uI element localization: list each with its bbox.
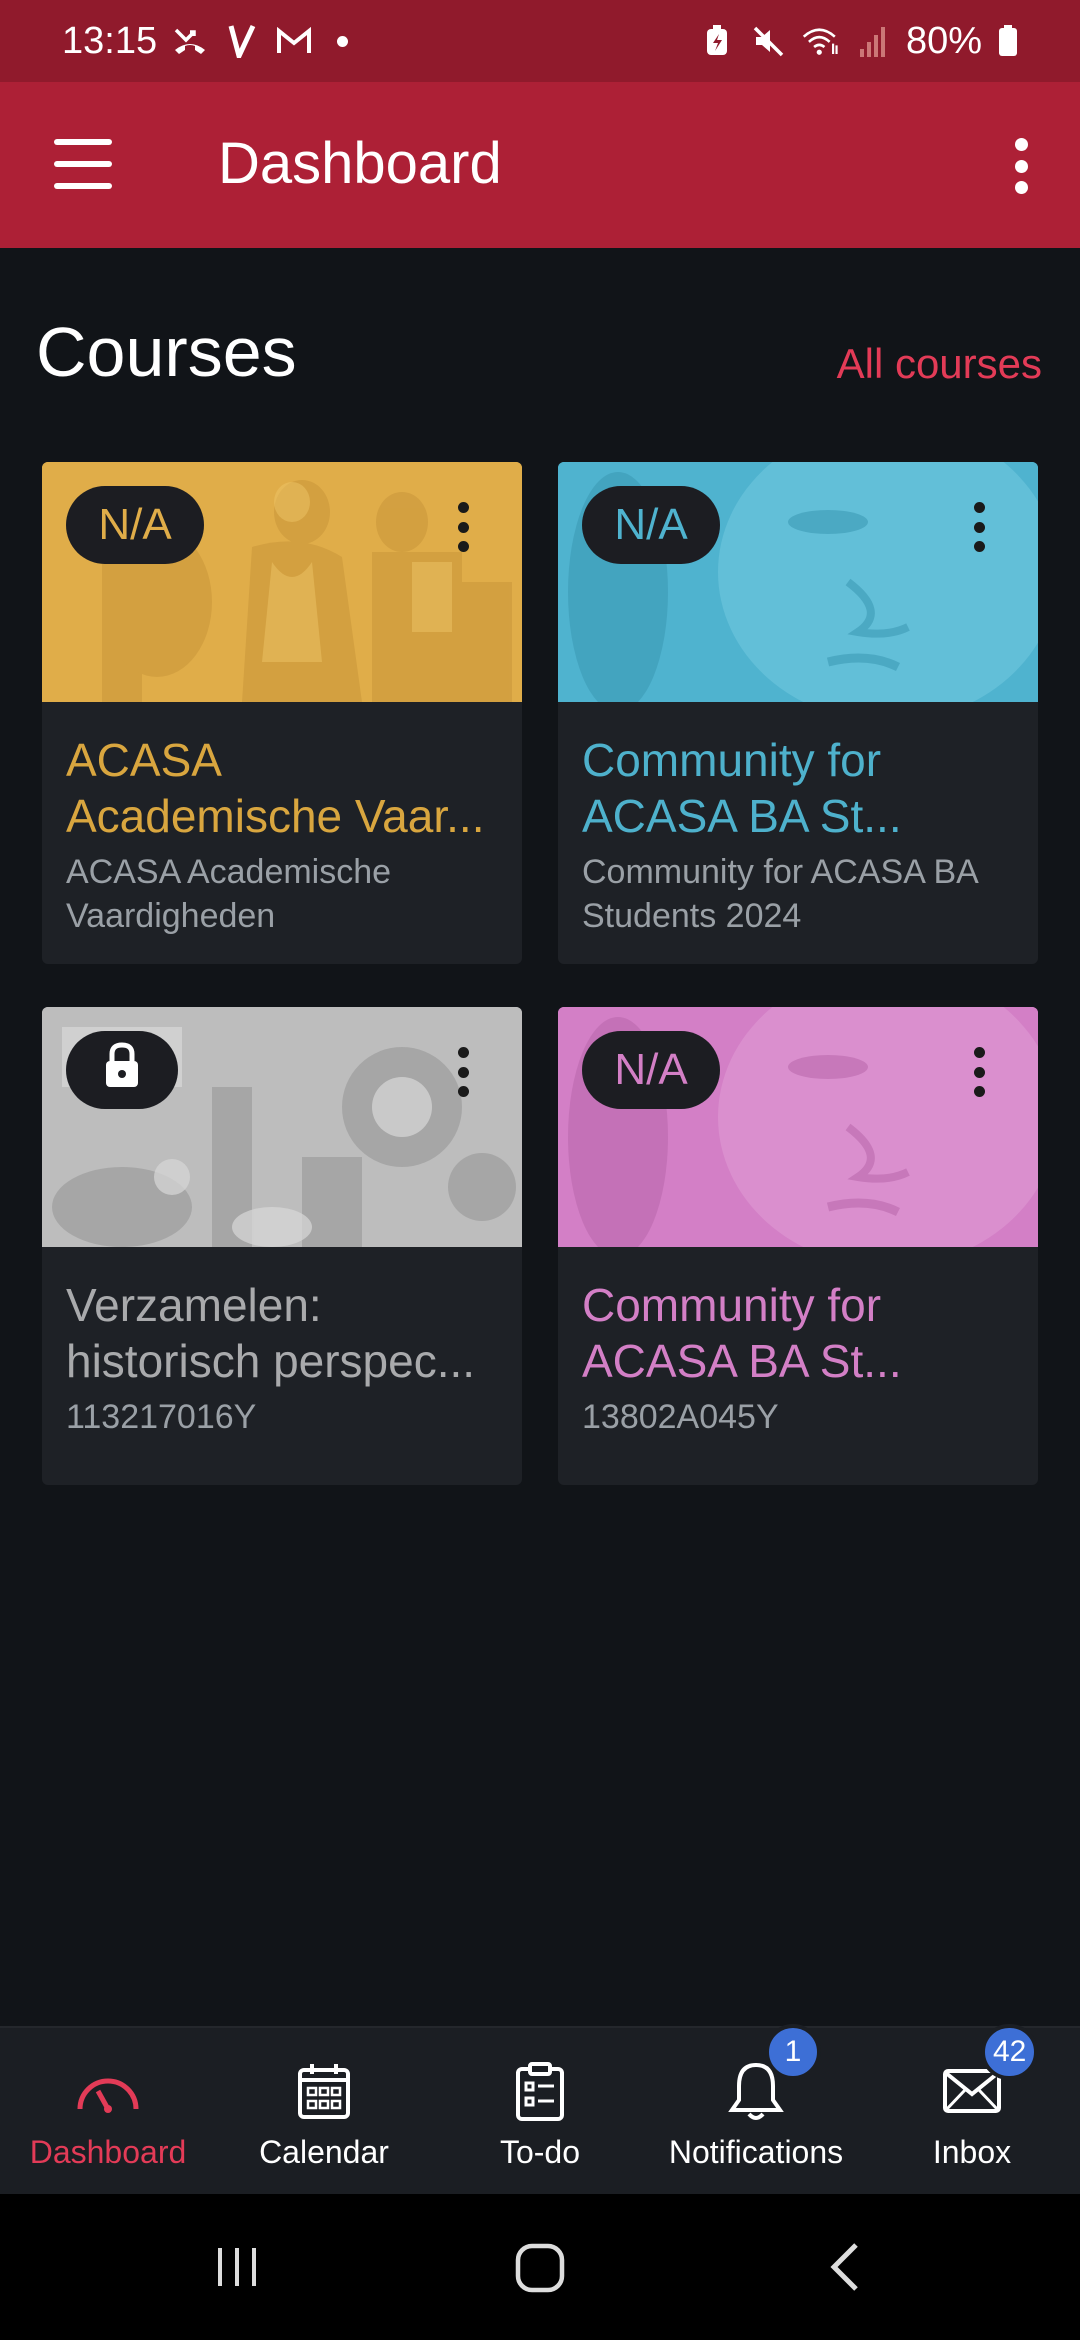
course-subtitle: Community for ACASA BA Students 2024: [582, 853, 977, 935]
nav-item-dashboard[interactable]: Dashboard: [0, 2028, 216, 2196]
home-icon[interactable]: [512, 2240, 568, 2296]
course-card-image: N/A: [558, 462, 1038, 702]
course-card[interactable]: N/A ACASA Academische Vaar... ACASA Acad…: [42, 462, 522, 964]
signal-icon: [854, 22, 892, 60]
nav-label: Notifications: [668, 2134, 844, 2170]
grade-badge: N/A: [582, 1031, 720, 1109]
course-card[interactable]: N/A Community for ACASA BA St... Communi…: [558, 462, 1038, 964]
lock-icon: [102, 1041, 142, 1100]
page-title: Dashboard: [218, 131, 502, 196]
card-overflow-menu-icon[interactable]: [456, 1047, 470, 1097]
lock-badge: [66, 1031, 178, 1109]
back-icon[interactable]: [820, 2240, 870, 2294]
bell-icon: 1: [721, 2024, 821, 2122]
card-overflow-menu-icon[interactable]: [972, 502, 986, 552]
grade-badge: N/A: [66, 486, 204, 564]
courses-heading: Courses: [36, 313, 297, 391]
nav-label: Dashboard: [29, 2134, 187, 2170]
status-bar: 13:15 80%: [0, 0, 1080, 82]
course-card-image: N/A: [42, 462, 522, 702]
gmail-icon: [275, 22, 313, 60]
wifi-icon: [802, 22, 840, 60]
inbox-badge: 42: [981, 2024, 1039, 2080]
battery-percent: 80%: [905, 19, 982, 62]
course-subtitle: 13802A045Y: [582, 1398, 779, 1436]
clipboard-icon: [505, 2060, 575, 2122]
course-card-image: [42, 1007, 522, 1247]
nav-label: To-do: [499, 2134, 581, 2170]
nav-item-inbox[interactable]: 42 Inbox: [864, 2024, 1080, 2196]
nav-label: Inbox: [932, 2134, 1012, 2170]
v-app-icon: [223, 22, 261, 60]
nav-item-calendar[interactable]: Calendar: [216, 2028, 432, 2196]
nav-item-notifications[interactable]: 1 Notifications: [648, 2024, 864, 2196]
recent-apps-icon[interactable]: [210, 2240, 264, 2294]
battery-saver-icon: [698, 22, 736, 60]
mute-icon: [750, 22, 788, 60]
bottom-navigation: Dashboard Calendar To-do 1 Notifications…: [0, 2024, 1080, 2196]
course-subtitle: ACASA Academische Vaardigheden: [66, 853, 392, 935]
notifications-badge: 1: [765, 2024, 821, 2080]
dashboard-gauge-icon: [73, 2060, 143, 2122]
course-card[interactable]: N/A Community for ACASA BA St... 13802A0…: [558, 1007, 1038, 1485]
hamburger-menu-icon[interactable]: [54, 139, 112, 189]
missed-call-icon: [171, 22, 209, 60]
status-time: 13:15: [62, 19, 158, 62]
course-title: Community for ACASA BA St...: [582, 1279, 902, 1387]
system-navigation-bar: [0, 2194, 1080, 2340]
course-title: ACASA Academische Vaar...: [66, 734, 485, 842]
nav-label: Calendar: [259, 2134, 389, 2170]
card-overflow-menu-icon[interactable]: [456, 502, 470, 552]
course-title: Verzamelen: historisch perspec...: [66, 1279, 476, 1387]
nav-item-todo[interactable]: To-do: [432, 2028, 648, 2196]
course-card-image: N/A: [558, 1007, 1038, 1247]
overflow-menu-icon[interactable]: [1006, 138, 1036, 194]
course-subtitle: 113217016Y: [66, 1398, 257, 1436]
all-courses-link[interactable]: All courses: [837, 340, 1042, 388]
battery-icon: [996, 22, 1020, 60]
calendar-icon: [289, 2060, 359, 2122]
course-card[interactable]: Verzamelen: historisch perspec... 113217…: [42, 1007, 522, 1485]
grade-badge: N/A: [582, 486, 720, 564]
course-title: Community for ACASA BA St...: [582, 734, 902, 842]
notification-dot-icon: [337, 35, 349, 47]
app-bar: Dashboard: [0, 82, 1080, 248]
envelope-icon: 42: [937, 2024, 1039, 2122]
card-overflow-menu-icon[interactable]: [972, 1047, 986, 1097]
